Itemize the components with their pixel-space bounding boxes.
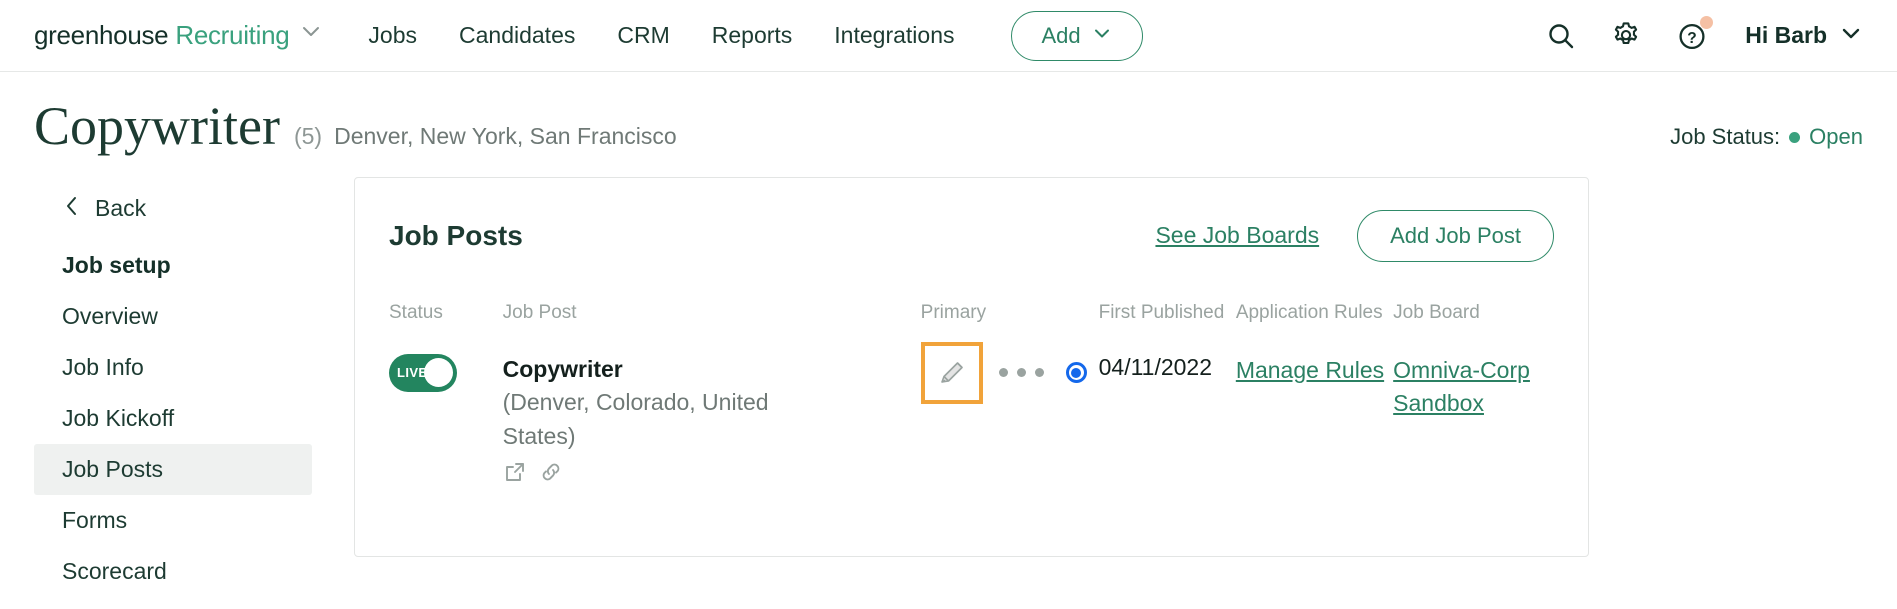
page-title-locations: Denver, New York, San Francisco <box>334 123 677 150</box>
add-job-post-button[interactable]: Add Job Post <box>1357 210 1554 262</box>
three-dots-icon[interactable] <box>999 368 1044 377</box>
user-menu[interactable]: Hi Barb <box>1745 21 1863 50</box>
chevron-down-icon <box>1839 21 1863 50</box>
cell-job-post: Copywriter (Denver, Colorado, United Sta… <box>503 350 921 489</box>
live-toggle-label: LIVE <box>397 365 428 380</box>
card-header: Job Posts See Job Boards Add Job Post <box>389 210 1554 262</box>
table-row: LIVE Copywriter (Denver, Colorado, Unite… <box>389 350 1554 489</box>
sidebar-item-job-posts[interactable]: Job Posts <box>34 444 312 495</box>
job-status-value: Open <box>1809 124 1863 150</box>
job-posts-card: Job Posts See Job Boards Add Job Post St… <box>354 177 1589 557</box>
job-status-label: Job Status: <box>1670 124 1780 150</box>
cell-application-rules: Manage Rules <box>1236 350 1393 489</box>
user-name-label: Hi Barb <box>1745 22 1827 49</box>
back-button[interactable]: Back <box>34 189 312 229</box>
nav-link-integrations[interactable]: Integrations <box>834 22 954 49</box>
nav-link-crm[interactable]: CRM <box>617 22 669 49</box>
primary-radio-button[interactable] <box>1066 362 1087 383</box>
primary-actions <box>921 354 1099 416</box>
job-posts-table: Status Job Post Primary First Published … <box>389 302 1554 489</box>
greenhouse-logo[interactable]: greenhouse Recruiting <box>34 20 322 51</box>
gear-icon[interactable] <box>1609 19 1643 53</box>
sidebar-item-job-kickoff[interactable]: Job Kickoff <box>34 393 312 444</box>
sidebar-item-forms[interactable]: Forms <box>34 495 312 546</box>
sidebar-item-overview[interactable]: Overview <box>34 291 312 342</box>
top-navigation-bar: greenhouse Recruiting Jobs Candidates CR… <box>0 0 1897 72</box>
svg-text:?: ? <box>1687 30 1696 47</box>
chain-link-icon[interactable] <box>539 460 563 489</box>
column-header-job-post: Job Post <box>503 302 921 350</box>
live-status-toggle[interactable]: LIVE <box>389 354 457 392</box>
dot <box>1017 368 1026 377</box>
cell-first-published: 04/11/2022 <box>1099 350 1236 489</box>
external-link-icon[interactable] <box>503 460 527 489</box>
pencil-icon[interactable] <box>921 342 983 404</box>
nav-link-candidates[interactable]: Candidates <box>459 22 575 49</box>
add-button-label: Add <box>1042 23 1081 49</box>
manage-rules-link[interactable]: Manage Rules <box>1236 357 1384 383</box>
add-button[interactable]: Add <box>1011 11 1143 61</box>
radio-inner-dot <box>1071 368 1081 378</box>
page-title-count: (5) <box>294 123 322 150</box>
dot <box>999 368 1008 377</box>
cell-job-board: Omniva-Corp Sandbox <box>1393 350 1554 489</box>
toggle-knob <box>424 358 453 387</box>
search-icon[interactable] <box>1545 20 1577 52</box>
page-title: Copywriter <box>34 98 280 155</box>
cell-status: LIVE <box>389 350 503 489</box>
job-board-link[interactable]: Omniva-Corp Sandbox <box>1393 354 1543 421</box>
sidebar-item-scorecard[interactable]: Scorecard <box>34 546 312 597</box>
sidebar-heading-job-setup: Job setup <box>34 239 312 291</box>
nav-right-actions: ? Hi Barb <box>1545 19 1863 53</box>
logo-primary-text: greenhouse <box>34 20 168 51</box>
job-status: Job Status: Open <box>1670 124 1863 150</box>
cell-primary <box>921 350 1099 489</box>
chevron-down-icon[interactable] <box>300 20 322 47</box>
primary-nav-links: Jobs Candidates CRM Reports Integrations <box>368 22 954 49</box>
card-header-actions: See Job Boards Add Job Post <box>1155 210 1554 262</box>
sidebar: Back Job setup Overview Job Info Job Kic… <box>34 177 312 597</box>
chevron-down-icon <box>1092 23 1112 49</box>
logo-secondary-text: Recruiting <box>175 20 289 51</box>
column-header-application-rules: Application Rules <box>1236 302 1393 350</box>
nav-link-reports[interactable]: Reports <box>712 22 793 49</box>
job-post-icon-row <box>503 460 921 489</box>
chevron-left-icon <box>62 195 82 222</box>
question-mark-circle-icon[interactable]: ? <box>1675 19 1709 53</box>
nav-link-jobs[interactable]: Jobs <box>368 22 417 49</box>
job-post-name[interactable]: Copywriter <box>503 354 921 385</box>
first-published-date: 04/11/2022 <box>1099 354 1212 380</box>
column-header-first-published: First Published <box>1099 302 1236 350</box>
page-header: Copywriter (5) Denver, New York, San Fra… <box>0 72 1897 155</box>
column-header-status: Status <box>389 302 503 350</box>
job-post-location: (Denver, Colorado, United States) <box>503 385 803 454</box>
dot <box>1035 368 1044 377</box>
notification-badge <box>1700 16 1713 29</box>
column-header-job-board: Job Board <box>1393 302 1554 350</box>
see-job-boards-link[interactable]: See Job Boards <box>1155 222 1319 249</box>
page-body: Back Job setup Overview Job Info Job Kic… <box>0 155 1897 597</box>
sidebar-item-job-info[interactable]: Job Info <box>34 342 312 393</box>
back-label: Back <box>95 195 146 222</box>
card-title: Job Posts <box>389 220 523 252</box>
status-dot-icon <box>1789 132 1800 143</box>
